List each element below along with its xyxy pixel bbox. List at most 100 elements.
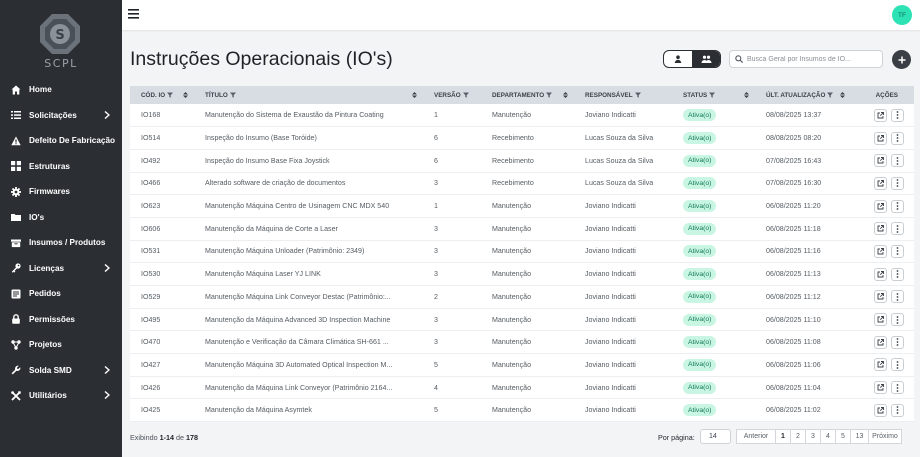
sidebar-item-solda-smd[interactable]: Solda SMD — [0, 358, 122, 384]
cell-actions — [851, 354, 914, 377]
previous-page-button[interactable]: Anterior — [736, 429, 776, 444]
hamburger-menu-icon[interactable] — [128, 8, 140, 20]
more-actions-button[interactable] — [891, 335, 904, 349]
filter-icon[interactable] — [167, 92, 174, 98]
more-actions-button[interactable] — [891, 403, 904, 417]
open-io-button[interactable] — [874, 108, 887, 122]
more-vertical-icon — [896, 156, 899, 165]
column-header-status[interactable]: STATUS — [672, 86, 755, 104]
sort-icon[interactable] — [563, 92, 568, 98]
sidebar-item-ios[interactable]: IO's — [0, 205, 122, 231]
open-external-icon — [877, 111, 884, 119]
sort-icon[interactable] — [840, 92, 845, 98]
column-header-title[interactable]: TÍTULO — [194, 86, 423, 104]
filter-icon[interactable] — [634, 92, 641, 98]
column-header-updated[interactable]: ÚLT. ATUALIZAÇÃO — [755, 86, 851, 104]
sidebar-item-label: IO's — [29, 212, 45, 222]
sidebar-item-projetos[interactable]: Projetos — [0, 332, 122, 358]
open-io-button[interactable] — [874, 403, 887, 417]
more-actions-button[interactable] — [891, 290, 904, 304]
cell-version: 6 — [434, 156, 438, 165]
table-row[interactable]: IO470 Manutenção e Verificação da Câmara … — [130, 331, 914, 354]
filter-icon[interactable] — [827, 92, 834, 98]
sidebar-item-pedidos[interactable]: Pedidos — [0, 281, 122, 307]
more-actions-button[interactable] — [891, 131, 904, 145]
table-row[interactable]: IO514 Inspeção do Insumo (Base Toróide) 6 R… — [130, 127, 914, 150]
open-io-button[interactable] — [874, 222, 887, 236]
sort-icon[interactable] — [412, 92, 417, 98]
open-io-button[interactable] — [874, 244, 887, 258]
sidebar-item-licencas[interactable]: Licenças — [0, 256, 122, 282]
status-badge: Ativa(o) — [683, 154, 717, 167]
open-io-button[interactable] — [874, 267, 887, 281]
more-actions-button[interactable] — [891, 222, 904, 236]
sidebar-item-permissoes[interactable]: Permissões — [0, 307, 122, 333]
add-io-button[interactable] — [892, 50, 911, 69]
per-page-select[interactable]: 14 — [700, 429, 731, 444]
table-row[interactable]: IO531 Manutenção Máquina Unloader (Patrim… — [130, 240, 914, 263]
more-actions-button[interactable] — [891, 154, 904, 168]
more-vertical-icon — [896, 383, 899, 392]
open-io-button[interactable] — [874, 176, 887, 190]
more-actions-button[interactable] — [891, 176, 904, 190]
sidebar-item-insumos-produtos[interactable]: Insumos / Produtos — [0, 230, 122, 256]
open-io-button[interactable] — [874, 335, 887, 349]
more-actions-button[interactable] — [891, 108, 904, 122]
page-button-13[interactable]: 13 — [850, 429, 869, 444]
sort-icon[interactable] — [744, 92, 749, 98]
more-actions-button[interactable] — [891, 358, 904, 372]
sidebar-item-estruturas[interactable]: Estruturas — [0, 154, 122, 180]
sidebar-item-utilitarios[interactable]: Utilitários — [0, 383, 122, 409]
sidebar-item-firmwares[interactable]: Firmwares — [0, 179, 122, 205]
more-vertical-icon — [896, 202, 899, 210]
page-button-3[interactable]: 3 — [805, 429, 821, 444]
search-input[interactable] — [747, 55, 881, 63]
column-header-code[interactable]: CÓD. IO — [130, 86, 194, 104]
table-row[interactable]: IO623 Manutenção Máquina Centro de Usinag… — [130, 195, 914, 218]
page-button-1[interactable]: 1 — [775, 429, 791, 444]
open-io-button[interactable] — [874, 313, 887, 327]
page-button-4[interactable]: 4 — [820, 429, 836, 444]
table-row[interactable]: IO529 Manutenção Máquina Link Conveyor De… — [130, 286, 914, 309]
table-row[interactable]: IO495 Manutenção da Máquina Advanced 3D I… — [130, 308, 914, 331]
sidebar-item-home[interactable]: Home — [0, 77, 122, 103]
open-io-button[interactable] — [874, 199, 887, 213]
table-row[interactable]: IO466 Alterado software de criação de doc… — [130, 172, 914, 195]
open-io-button[interactable] — [874, 290, 887, 304]
table-row[interactable]: IO530 Manutenção Máquina Laser YJ LINK 3 Ma… — [130, 263, 914, 286]
filter-icon[interactable] — [709, 92, 716, 98]
sidebar-item-solicitacoes[interactable]: Solicitações — [0, 103, 122, 129]
table-row[interactable]: IO606 Manutenção da Máquina de Corte a La… — [130, 217, 914, 241]
io-table: CÓD. IO TÍTULO VERSÃO DEPARTAMENTO RESPO… — [130, 86, 914, 423]
sidebar-nav: Home Solicitações Defeito De Fabricação … — [0, 77, 122, 409]
table-row[interactable]: IO425 Manutenção da Máquina Asymtek 5 Manut… — [130, 399, 914, 422]
filter-icon[interactable] — [229, 92, 236, 98]
more-actions-button[interactable] — [891, 267, 904, 281]
open-io-button[interactable] — [874, 154, 887, 168]
personal-view-button[interactable] — [664, 51, 692, 67]
open-io-button[interactable] — [874, 358, 887, 372]
open-io-button[interactable] — [874, 131, 887, 145]
table-row[interactable]: IO427 Manutenção Máquina 3D Automated Opt… — [130, 354, 914, 377]
more-actions-button[interactable] — [891, 244, 904, 258]
more-actions-button[interactable] — [891, 313, 904, 327]
column-header-responsible[interactable]: RESPONSÁVEL — [574, 86, 672, 104]
team-view-button[interactable] — [692, 51, 720, 67]
table-row[interactable]: IO492 Inspeção do Insumo Base Fixa Joysti… — [130, 149, 914, 173]
page-button-2[interactable]: 2 — [790, 429, 806, 444]
cell-actions — [851, 127, 914, 150]
more-actions-button[interactable] — [891, 381, 904, 395]
sidebar-item-defeito-de-fabricacao[interactable]: Defeito De Fabricação — [0, 128, 122, 154]
more-actions-button[interactable] — [891, 199, 904, 213]
table-row[interactable]: IO168 Manutenção do Sistema de Exaustão d… — [130, 104, 914, 127]
sort-icon[interactable] — [183, 92, 188, 98]
column-header-department[interactable]: DEPARTAMENTO — [481, 86, 574, 104]
avatar[interactable]: TF — [892, 5, 912, 25]
filter-icon[interactable] — [546, 92, 553, 98]
next-page-button[interactable]: Próximo — [868, 429, 902, 444]
open-io-button[interactable] — [874, 381, 887, 395]
table-row[interactable]: IO426 Manutenção da Máquina Link Conveyor… — [130, 376, 914, 399]
filter-icon[interactable] — [462, 92, 469, 98]
column-header-version[interactable]: VERSÃO — [423, 86, 481, 104]
page-button-5[interactable]: 5 — [835, 429, 851, 444]
